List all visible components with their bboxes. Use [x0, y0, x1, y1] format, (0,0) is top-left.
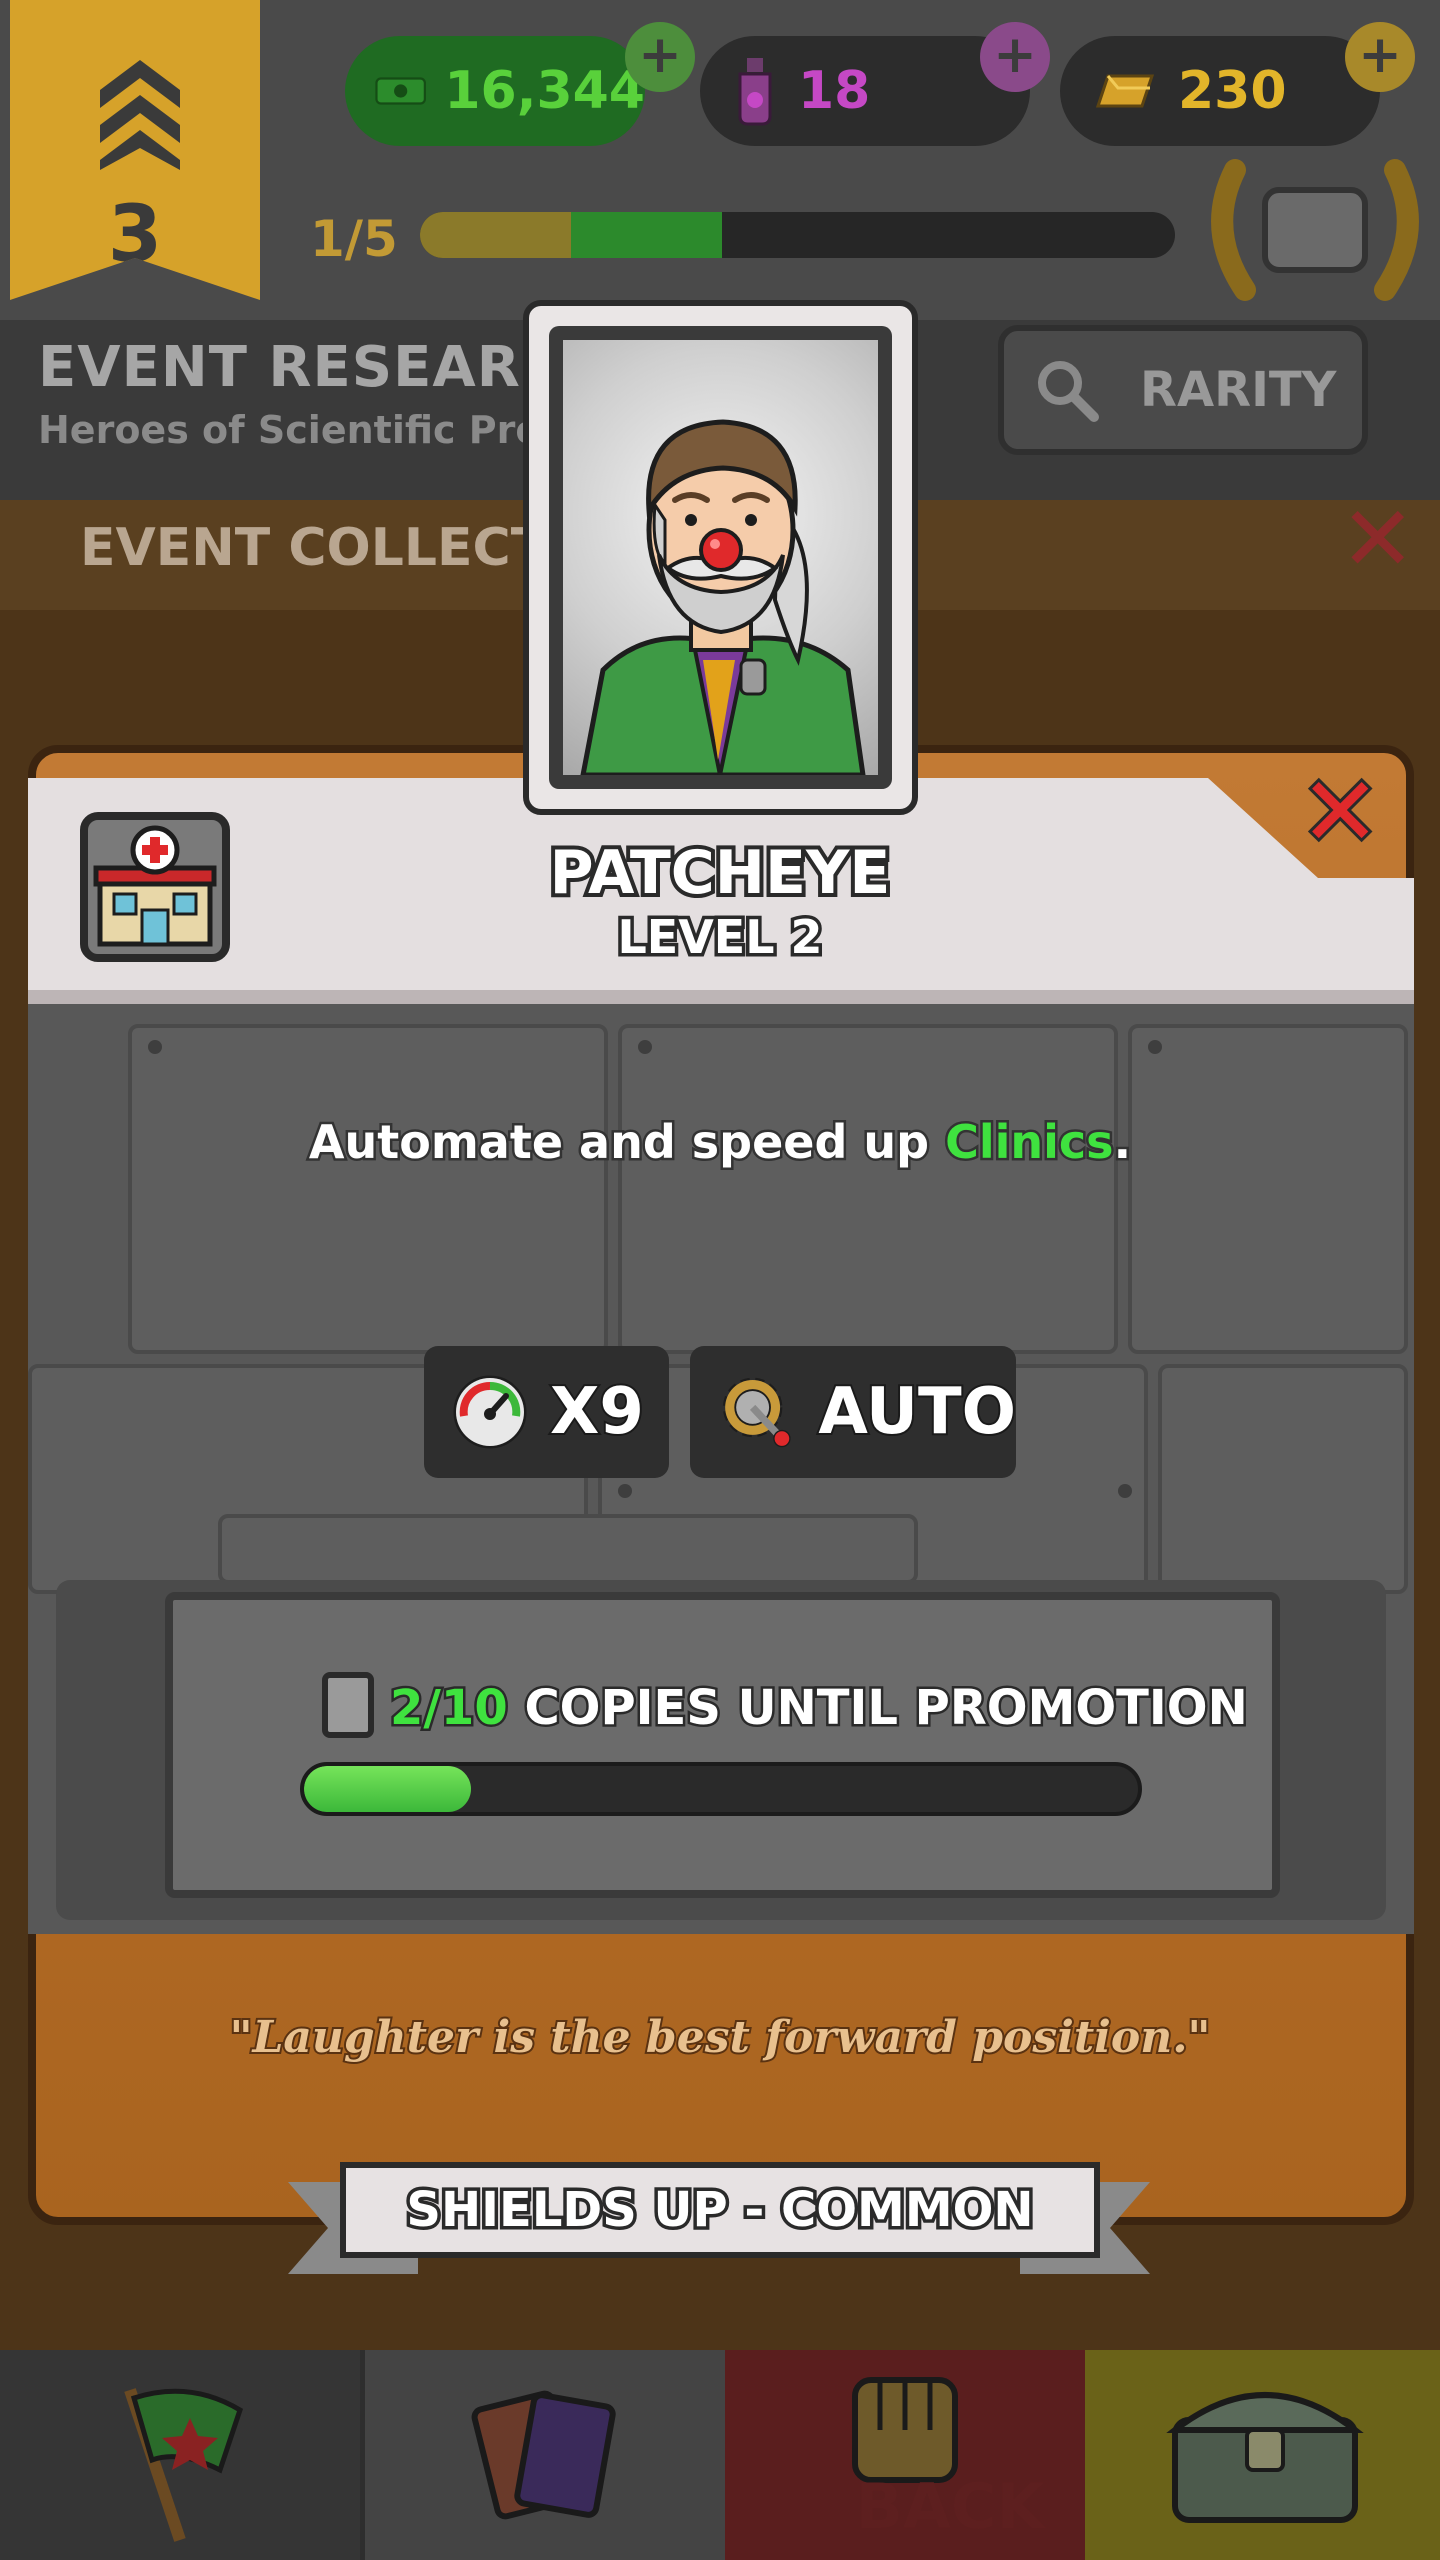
cash-bill-icon	[375, 77, 426, 105]
treasure-chest-icon	[1166, 2392, 1364, 2523]
rarity-filter-button[interactable]: RARITY	[998, 325, 1368, 455]
hero-quote: "Laughter is the best forward position."	[228, 2010, 1213, 2065]
gold-counter[interactable]: 230	[1060, 36, 1380, 146]
hero-description: Automate and speed up Clinics.	[120, 1113, 1320, 1172]
clinic-building-icon	[93, 825, 217, 947]
add-cash-button[interactable]: +	[625, 22, 695, 92]
nav-cards-button[interactable]	[365, 2350, 725, 2560]
hero-patcheye-illustration	[580, 419, 866, 775]
promotion-panel	[165, 1592, 1280, 1898]
description-prefix: Automate and speed up	[306, 1113, 946, 1172]
metal-plate	[1158, 1364, 1408, 1594]
metal-plate	[1128, 1024, 1408, 1354]
hero-name: PATCHEYE	[546, 834, 895, 912]
flag-icon	[124, 2388, 244, 2542]
copies-count: 2/10	[388, 1678, 511, 1739]
add-potion-button[interactable]: +	[980, 22, 1050, 92]
potion-value: 18	[798, 61, 871, 121]
hero-portrait-card	[523, 300, 918, 815]
speedometer-icon	[453, 1375, 527, 1449]
rank-progress-label: 1/5	[310, 210, 398, 268]
rank-progress-fill-next	[571, 212, 722, 258]
rivet	[618, 1484, 632, 1498]
back-label: BACK	[855, 2470, 1045, 2543]
rivet	[1118, 1484, 1132, 1498]
speed-multiplier-chip: X9	[424, 1346, 669, 1478]
portrait-frame-inner	[549, 326, 892, 789]
clinic-building-icon-box	[80, 812, 230, 962]
add-gold-button[interactable]: +	[1345, 22, 1415, 92]
rarity-ribbon: SHIELDS UP - COMMON	[340, 2162, 1100, 2258]
gold-bar-icon	[1095, 74, 1155, 108]
cash-value: 16,344	[444, 61, 645, 121]
rarity-label: RARITY	[1140, 362, 1337, 418]
rank-progress-bar	[420, 212, 1175, 258]
cash-counter[interactable]: 16,344	[345, 36, 645, 146]
promotion-text: 2/10 COPIES UNTIL PROMOTION	[388, 1678, 1251, 1739]
gold-value: 230	[1178, 61, 1287, 121]
background-close-icon: ✕	[1340, 487, 1416, 592]
search-icon	[1038, 361, 1099, 422]
close-icon: ✕	[1297, 756, 1383, 868]
copies-label: COPIES UNTIL PROMOTION	[522, 1678, 1250, 1739]
hero-portrait	[563, 340, 878, 775]
cards-icon	[471, 2390, 616, 2520]
potion-flask-icon	[738, 58, 772, 126]
speed-multiplier-label: X9	[548, 1373, 646, 1451]
modal-close-button[interactable]: ✕	[1297, 761, 1383, 863]
rank-banner[interactable]: 3	[10, 0, 260, 300]
promotion-progress-bar	[300, 1762, 1142, 1816]
event-research-subtitle: Heroes of Scientific Prog	[38, 408, 569, 452]
description-highlight: Clinics	[943, 1113, 1116, 1172]
metal-plate	[618, 1024, 1118, 1354]
gear-crank-icon	[722, 1377, 791, 1448]
trophy-laurel-icon[interactable]	[1205, 150, 1425, 310]
description-suffix: .	[1111, 1113, 1134, 1172]
automation-label: AUTO	[816, 1373, 1018, 1451]
rank-chevron-icon	[100, 60, 180, 170]
promotion-progress-fill	[304, 1766, 471, 1812]
rarity-ribbon-label: SHIELDS UP - COMMON	[403, 2179, 1037, 2242]
modal-header-edge	[28, 990, 1414, 1004]
rivet	[1148, 1040, 1162, 1054]
rivet	[148, 1040, 162, 1054]
metal-plate	[128, 1024, 608, 1354]
metal-plate	[218, 1514, 918, 1584]
nav-flag-button[interactable]	[0, 2350, 360, 2560]
rivet	[638, 1040, 652, 1054]
automation-chip: AUTO	[690, 1346, 1018, 1478]
rank-progress-fill	[420, 212, 571, 258]
card-copy-icon	[322, 1672, 374, 1738]
nav-chest-button[interactable]	[1085, 2350, 1440, 2560]
hero-level: LEVEL 2	[614, 907, 826, 968]
